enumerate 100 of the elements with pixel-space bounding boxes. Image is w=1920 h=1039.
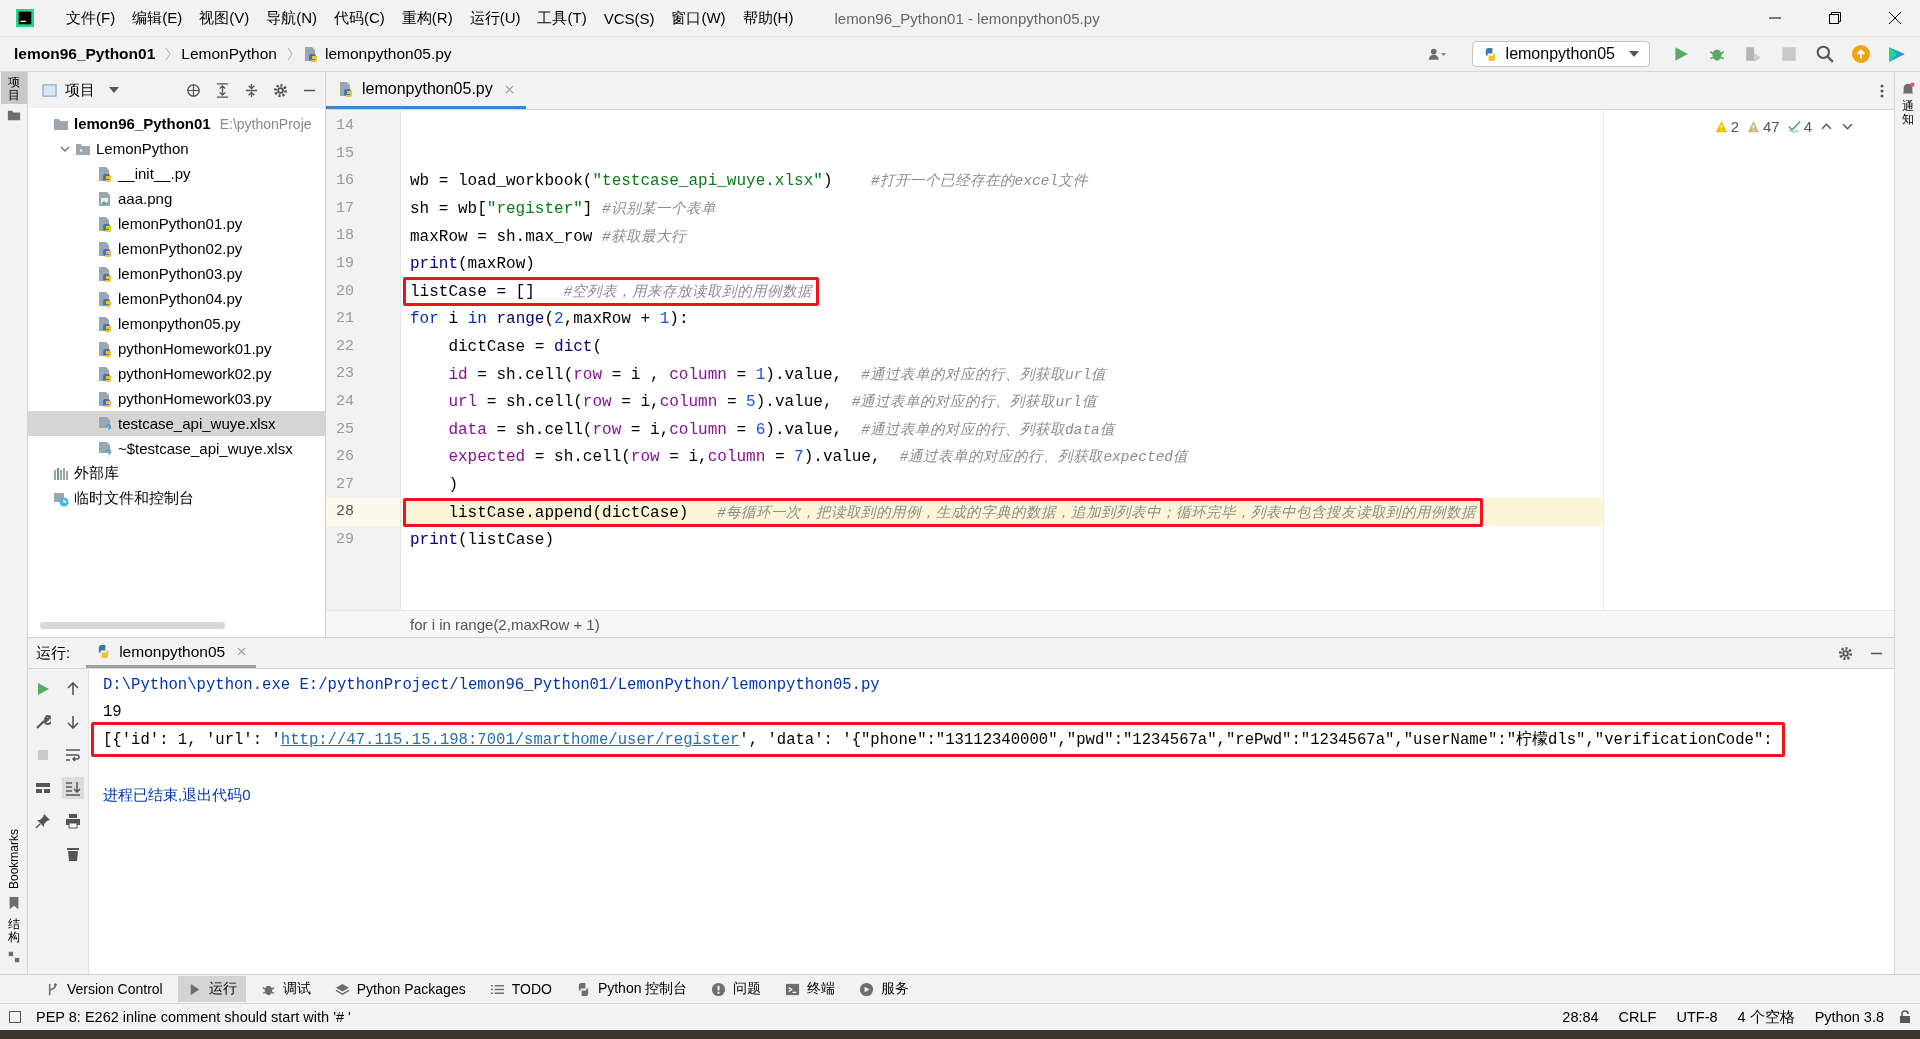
tree-item[interactable]: lemon96_Python01 E:\pythonProje <box>28 111 325 136</box>
menu-item[interactable]: 运行(U) <box>469 8 521 28</box>
project-view-dropdown[interactable]: 项目 <box>42 80 119 100</box>
library-icon <box>53 465 69 482</box>
tool-window-tab[interactable]: 终端 <box>776 976 845 1002</box>
breadcrumb-item[interactable]: lemonpython05.py <box>324 45 452 63</box>
soft-wrap-icon[interactable] <box>65 747 81 763</box>
typo-count[interactable]: 4 <box>1787 118 1812 135</box>
breadcrumb-item[interactable]: LemonPython <box>181 45 277 63</box>
status-icon[interactable] <box>8 1010 22 1024</box>
down-arrow-icon[interactable] <box>65 714 81 730</box>
tree-item[interactable]: 临时文件和控制台 <box>28 486 325 511</box>
structure-icon <box>6 950 21 964</box>
tree-item[interactable]: lemonpython05.py <box>72 311 325 336</box>
print-icon[interactable] <box>65 813 81 829</box>
lock-icon[interactable] <box>1898 1010 1912 1024</box>
tree-item[interactable]: lemonPython02.py <box>72 236 325 261</box>
wrench-icon[interactable] <box>35 714 51 730</box>
tree-item[interactable]: ~$testcase_api_wuye.xlsx <box>72 436 325 461</box>
python-file-icon <box>97 215 113 232</box>
window-icon <box>42 82 57 98</box>
menu-item[interactable]: 视图(V) <box>199 8 250 28</box>
run-icon[interactable] <box>35 681 51 697</box>
line-number: 25 <box>335 419 355 440</box>
side-tab[interactable]: 项目 <box>0 72 27 105</box>
line-number: 26 <box>335 447 355 468</box>
menu-item[interactable]: 代码(C) <box>334 8 385 28</box>
run-icon[interactable] <box>1672 45 1690 63</box>
tree-item[interactable]: lemonPython04.py <box>72 286 325 311</box>
line-number: 22 <box>335 336 355 357</box>
code-line: expected = sh.cell(row = i,column = 7).value, #通过表单的对应的行、列获取expected值 <box>447 447 1190 469</box>
python-file-icon <box>302 46 319 62</box>
menu-item[interactable]: 编辑(E) <box>132 8 183 28</box>
error-count[interactable]: 2 <box>1714 118 1739 135</box>
tree-item[interactable]: pythonHomework02.py <box>72 361 325 386</box>
tree-item[interactable]: __init__.py <box>72 161 325 186</box>
settings-icon[interactable] <box>1838 645 1853 661</box>
close-icon[interactable] <box>1888 11 1902 25</box>
locate-icon[interactable] <box>186 82 201 98</box>
collapse-all-icon[interactable] <box>244 82 259 98</box>
line-number: 16 <box>335 171 355 192</box>
tree-item[interactable]: aaa.png <box>72 186 325 211</box>
more-icon[interactable] <box>1880 82 1884 99</box>
code-line: ) <box>447 474 459 496</box>
layers-icon <box>334 981 350 997</box>
caret-icon <box>1629 51 1639 57</box>
tree-item[interactable]: pythonHomework03.py <box>72 386 325 411</box>
up-arrow-icon[interactable] <box>65 681 81 697</box>
tool-window-tab[interactable]: Version Control <box>36 977 172 1001</box>
tree-item[interactable]: lemonPython03.py <box>72 261 325 286</box>
menu-item[interactable]: 重构(R) <box>401 8 453 28</box>
tool-window-tab[interactable]: 问题 <box>702 976 771 1002</box>
tree-item[interactable]: pythonHomework01.py <box>72 336 325 361</box>
menu-item[interactable]: 导航(N) <box>266 8 317 28</box>
menu-item[interactable]: 帮助(H) <box>742 8 794 28</box>
chevron-icon <box>165 47 172 61</box>
menu-item[interactable]: 窗口(W) <box>671 8 726 28</box>
scrollbar[interactable] <box>40 622 225 629</box>
menu-item[interactable]: VCS(S) <box>603 9 655 27</box>
tool-window-tab[interactable]: 服务 <box>850 976 919 1002</box>
warning-count[interactable]: 47 <box>1746 118 1780 135</box>
search-icon[interactable] <box>1816 45 1834 63</box>
python-file-icon <box>97 340 113 357</box>
pin-icon[interactable] <box>35 813 51 829</box>
side-tab[interactable]: 结构 <box>0 913 27 946</box>
tool-window-tab[interactable]: 运行 <box>177 976 246 1002</box>
side-tab[interactable]: Bookmarks <box>0 825 27 892</box>
menu-item[interactable]: 文件(F) <box>66 8 116 28</box>
status-item[interactable]: 28:84 <box>1562 1009 1599 1025</box>
status-item[interactable]: UTF-8 <box>1676 1009 1718 1025</box>
image-file-icon <box>97 190 113 207</box>
link[interactable]: http://47.115.15.198:7001/smarthome/user/register <box>280 731 740 750</box>
python-file-icon <box>97 265 113 282</box>
code-line: data = sh.cell(row = i,column = 6).value, #通过表单的对应的行、列获取data值 <box>447 419 1117 441</box>
run-configuration-dropdown[interactable]: lemonpython05 <box>1471 41 1650 67</box>
status-item[interactable]: CRLF <box>1618 1009 1657 1025</box>
tool-window-tab[interactable]: Python 控制台 <box>566 976 697 1002</box>
code-line: id = sh.cell(row = i , column = 1).value, #通过表单的对应的行、列获取url值 <box>447 364 1108 386</box>
tree-item[interactable]: lemonPython01.py <box>72 211 325 236</box>
breadcrumb-item[interactable]: lemon96_Python01 <box>14 45 156 63</box>
tree-item[interactable]: LemonPython <box>50 136 325 161</box>
side-tab[interactable]: 通知 <box>1897 98 1918 129</box>
status-item[interactable]: Python 3.8 <box>1814 1009 1884 1025</box>
layout-icon[interactable] <box>35 780 51 796</box>
line-number: 28 <box>326 498 400 526</box>
status-message: PEP 8: E262 inline comment should start with '# ' <box>36 1009 351 1025</box>
trash-icon[interactable] <box>65 846 81 862</box>
tool-window-tab[interactable]: TODO <box>480 977 561 1001</box>
settings-icon[interactable] <box>273 82 288 98</box>
run-tab[interactable]: lemonpython05 <box>86 638 257 668</box>
code-line: dictCase = dict( <box>447 336 604 358</box>
expand-all-icon[interactable] <box>215 82 230 98</box>
tool-window-tab[interactable]: Python Packages <box>325 977 475 1001</box>
menu-item[interactable]: 工具(T) <box>537 8 587 28</box>
restore-icon[interactable] <box>1828 11 1842 25</box>
tool-window-tab[interactable]: 调试 <box>251 976 320 1002</box>
tree-item[interactable]: testcase_api_wuye.xlsx <box>28 411 325 436</box>
scroll-to-end-icon[interactable] <box>62 777 84 799</box>
status-item[interactable]: 4 个空格 <box>1737 1007 1795 1027</box>
tree-item[interactable]: 外部库 <box>28 461 325 486</box>
